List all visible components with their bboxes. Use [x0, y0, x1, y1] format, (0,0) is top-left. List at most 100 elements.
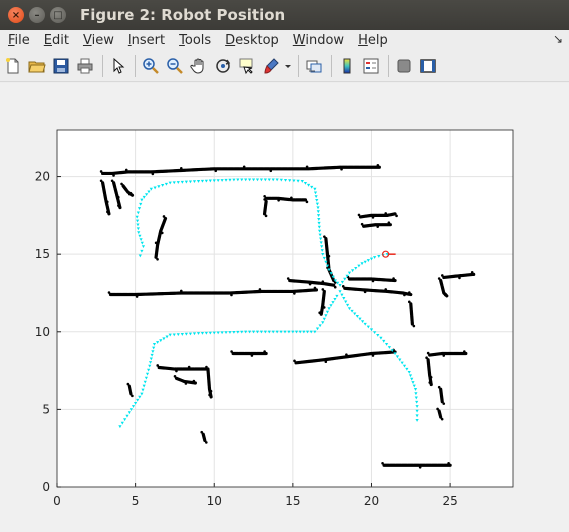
- obstacle-scan-point: [126, 382, 130, 386]
- link-plot-icon[interactable]: [303, 55, 325, 77]
- print-icon[interactable]: [74, 55, 96, 77]
- x-tick-label: 20: [364, 494, 379, 508]
- toolbar-separator: [388, 54, 389, 77]
- brush-icon[interactable]: [260, 55, 282, 77]
- obstacle-scan-point: [192, 379, 196, 383]
- edit-plot-arrow-icon[interactable]: [107, 55, 129, 77]
- save-icon[interactable]: [50, 55, 72, 77]
- data-cursor-icon[interactable]: [236, 55, 258, 77]
- show-plot-tools-icon[interactable]: [417, 55, 439, 77]
- robot-position-plot[interactable]: 0 5 10 15 20 25 0 5 10 15 20: [0, 83, 569, 532]
- x-tick-label: 25: [442, 494, 457, 508]
- obstacle-scan-point: [305, 200, 309, 204]
- hide-plot-tools-icon[interactable]: [393, 55, 415, 77]
- obstacle-scan-point: [381, 461, 384, 465]
- new-figure-icon[interactable]: [2, 55, 24, 77]
- obstacle-scan-point: [112, 174, 115, 177]
- menu-desktop[interactable]: Desktop: [218, 33, 286, 48]
- obstacle-scan-segment: [127, 384, 133, 396]
- obstacle-scan-point: [135, 295, 139, 298]
- obstacle-scan-point: [107, 291, 111, 294]
- zoom-out-icon[interactable]: [164, 55, 186, 77]
- obstacle-scan-point: [327, 254, 331, 258]
- rotate-3d-icon[interactable]: [212, 55, 234, 77]
- window-titlebar: × – □ Figure 2: Robot Position: [0, 0, 569, 30]
- open-file-icon[interactable]: [26, 55, 48, 77]
- y-tick-label: 5: [42, 402, 50, 416]
- obstacle-scan-segment: [409, 302, 414, 326]
- obstacle-scan-point: [230, 293, 233, 297]
- close-window-icon[interactable]: ×: [8, 7, 24, 23]
- obstacle-scan-point: [360, 222, 364, 226]
- minimize-window-icon[interactable]: –: [29, 7, 45, 23]
- y-tick-label: 10: [35, 325, 50, 339]
- obstacle-scan-point: [441, 274, 444, 277]
- obstacle-scan-point: [277, 198, 280, 202]
- obstacle-scan-point: [305, 165, 309, 169]
- obstacle-scan-point: [99, 170, 103, 173]
- obstacle-scan-point: [425, 356, 428, 360]
- menu-help[interactable]: Help: [351, 33, 395, 48]
- obstacle-scan-point: [131, 394, 134, 398]
- obstacle-scan-point: [458, 276, 461, 280]
- obstacle-scan-segment: [439, 387, 444, 404]
- obstacle-scan-point: [442, 354, 446, 357]
- obstacle-scan-point: [205, 365, 208, 369]
- menu-file[interactable]: File: [0, 33, 37, 48]
- obstacle-scan-point: [341, 285, 345, 288]
- obstacle-scan-point: [313, 286, 317, 290]
- obstacle-scan-point: [428, 381, 432, 384]
- zoom-in-icon[interactable]: [140, 55, 162, 77]
- obstacle-scan-point: [162, 215, 166, 218]
- obstacle-scan-point: [117, 204, 120, 207]
- toolbar-separator: [135, 54, 136, 77]
- obstacle-scan-point: [105, 200, 109, 204]
- obstacle-scan-point: [376, 225, 380, 228]
- obstacle-scan-point: [333, 285, 337, 289]
- obstacle-scan-point: [290, 196, 293, 200]
- obstacle-scan-point: [447, 461, 450, 465]
- window-title: Figure 2: Robot Position: [80, 6, 286, 24]
- obstacle-scan-point: [357, 213, 361, 217]
- obstacle-scan-point: [124, 168, 128, 172]
- obstacle-scan-point: [440, 417, 444, 421]
- x-tick-label: 10: [207, 494, 222, 508]
- menu-view[interactable]: View: [76, 33, 121, 48]
- obstacle-scan-point: [179, 289, 183, 293]
- insert-colorbar-icon[interactable]: [336, 55, 358, 77]
- obstacle-scan-point: [293, 359, 296, 363]
- figure-toolbar: [0, 50, 569, 82]
- menu-window[interactable]: Window: [286, 33, 351, 48]
- obstacle-scan-point: [371, 216, 375, 219]
- menu-tools[interactable]: Tools: [172, 33, 218, 48]
- brush-dropdown-icon[interactable]: [284, 55, 292, 77]
- obstacle-scan-point: [99, 179, 103, 183]
- obstacle-scan-point: [321, 280, 325, 283]
- obstacle-scan-point: [470, 271, 474, 274]
- obstacle-scan-point: [154, 241, 158, 245]
- maximize-window-icon[interactable]: □: [50, 7, 66, 23]
- toolbar-separator: [298, 54, 299, 77]
- obstacle-scan-point: [156, 257, 159, 261]
- pan-hand-icon[interactable]: [188, 55, 210, 77]
- figure-canvas[interactable]: 0 5 10 15 20 25 0 5 10 15 20: [0, 83, 569, 532]
- obstacle-scan-point: [463, 350, 466, 353]
- toolbar-separator: [102, 54, 103, 77]
- obstacle-scan-point: [412, 324, 416, 328]
- dock-arrow-icon[interactable]: ↘: [553, 32, 563, 46]
- obstacle-scan-point: [324, 360, 328, 364]
- menu-edit[interactable]: Edit: [37, 33, 76, 48]
- obstacle-scan-point: [384, 288, 388, 291]
- obstacle-scan-point: [116, 195, 120, 199]
- obstacle-scan-point: [160, 231, 164, 235]
- obstacle-scan-point: [363, 290, 367, 294]
- obstacle-scan-point: [318, 311, 321, 315]
- y-tick-label: 0: [42, 480, 50, 494]
- toolbar-separator: [331, 54, 332, 77]
- insert-legend-icon[interactable]: [360, 55, 382, 77]
- obstacle-scan-point: [444, 292, 447, 296]
- obstacle-scan-point: [407, 291, 411, 294]
- obstacle-scan-point: [184, 382, 188, 385]
- menu-insert[interactable]: Insert: [121, 33, 172, 48]
- obstacle-scan-segment: [264, 196, 308, 202]
